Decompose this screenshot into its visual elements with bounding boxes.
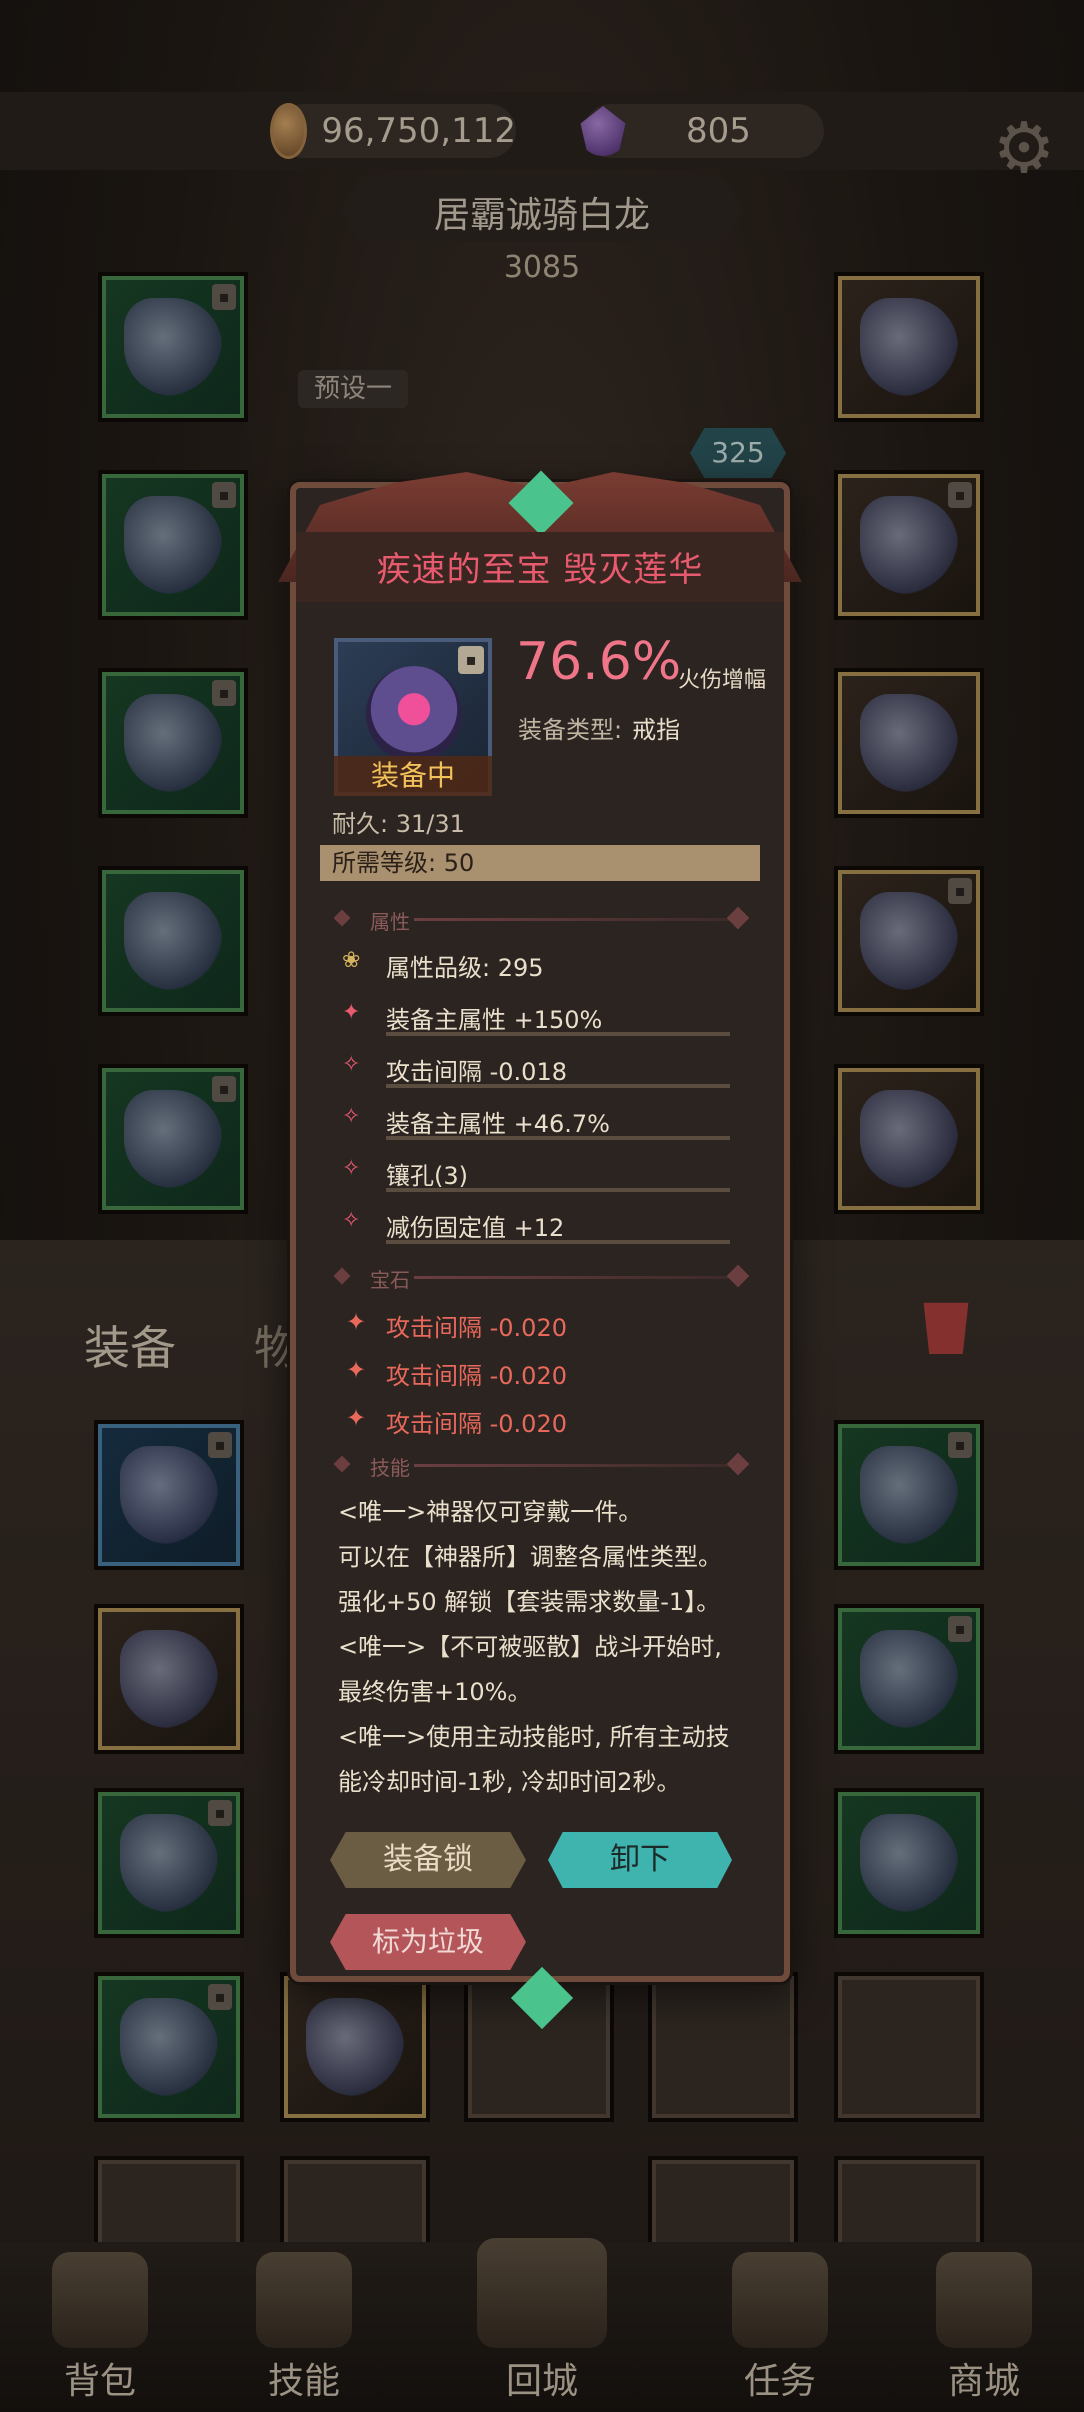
section-label: 属性 <box>370 910 410 934</box>
diamond-icon <box>726 1264 750 1288</box>
section-attributes: 属性 <box>333 904 758 934</box>
attr-text: 装备主属性 +150% <box>386 1006 603 1034</box>
attr-text: 减伤固定值 +12 <box>386 1214 565 1242</box>
diamond-icon <box>726 906 750 930</box>
attr-row: ✧ 装备主属性 +46.7% <box>334 1102 744 1142</box>
attr-bar <box>386 1084 730 1088</box>
gem-row: ✦ 攻击间隔 -0.020 <box>334 1402 744 1442</box>
section-label: 宝石 <box>370 1268 410 1292</box>
gem-row: ✦ 攻击间隔 -0.020 <box>334 1306 744 1346</box>
attr-bar <box>386 1240 730 1244</box>
equip-type-label: 装备类型: <box>518 716 623 744</box>
equipped-badge: 装备中 <box>334 756 492 796</box>
mark-junk-button[interactable]: 标为垃圾 <box>330 1914 526 1970</box>
ring-orb-icon <box>366 666 462 762</box>
diamond-icon <box>333 1455 351 1473</box>
diamond-icon <box>333 1267 351 1285</box>
star-bullet-icon: ✧ <box>342 1104 361 1129</box>
section-gems: 宝石 <box>333 1262 758 1292</box>
gem-text: 攻击间隔 -0.020 <box>386 1314 567 1342</box>
attr-text: 攻击间隔 -0.018 <box>386 1058 567 1086</box>
divider <box>414 1276 738 1279</box>
durability: 耐久: 31/31 <box>332 810 465 838</box>
divider <box>414 1464 738 1467</box>
gem-bullet-icon: ✦ <box>346 1356 367 1384</box>
equip-type: 装备类型: 戒指 <box>518 710 680 745</box>
diamond-icon <box>726 1452 750 1476</box>
attr-text: 装备主属性 +46.7% <box>386 1110 610 1138</box>
attr-row: ✧ 攻击间隔 -0.018 <box>334 1050 744 1090</box>
unequip-button[interactable]: 卸下 <box>548 1832 732 1888</box>
section-label: 技能 <box>370 1456 410 1480</box>
section-skills: 技能 <box>333 1450 758 1480</box>
star-bullet-icon: ✧ <box>342 1052 361 1077</box>
attr-row: ✦ 装备主属性 +150% <box>334 998 744 1038</box>
item-title: 疾速的至宝 毁灭莲华 <box>376 550 704 590</box>
star-bullet-icon: ✧ <box>342 1156 361 1181</box>
skill-description: <唯一>神器仅可穿戴一件。 可以在【神器所】调整各属性类型。 强化+50 解锁【… <box>338 1498 730 1796</box>
gem-text: 攻击间隔 -0.020 <box>386 1410 567 1438</box>
main-stat-value: 76.6% <box>516 632 682 692</box>
main-stat-label: 火伤增幅 <box>678 668 767 693</box>
divider <box>414 918 738 921</box>
required-level: 所需等级: 50 <box>320 845 760 881</box>
gem-row: ✦ 攻击间隔 -0.020 <box>334 1354 744 1394</box>
attr-row: ✧ 减伤固定值 +12 <box>334 1206 744 1246</box>
lock-icon: ▪ <box>458 646 484 674</box>
gem-bullet-icon: ✦ <box>346 1308 367 1336</box>
diamond-icon <box>333 909 351 927</box>
attr-row: ❀ 属性品级: 295 <box>334 946 744 986</box>
star-bullet-icon: ✧ <box>342 1208 361 1233</box>
quality-lotus-icon: ❀ <box>342 948 361 973</box>
equip-lock-button[interactable]: 装备锁 <box>330 1832 526 1888</box>
equip-type-value: 戒指 <box>632 716 681 744</box>
attr-bar <box>386 1136 730 1140</box>
attr-bar <box>386 1188 730 1192</box>
gem-bullet-icon: ✦ <box>346 1404 367 1432</box>
attr-row: ✧ 镶孔(3) <box>334 1154 744 1194</box>
gem-text: 攻击间隔 -0.020 <box>386 1362 567 1390</box>
star-bullet-icon: ✦ <box>342 1000 361 1025</box>
attr-bar <box>386 1032 730 1036</box>
attr-text: 属性品级: 295 <box>386 954 544 982</box>
attr-text: 镶孔(3) <box>386 1162 468 1190</box>
